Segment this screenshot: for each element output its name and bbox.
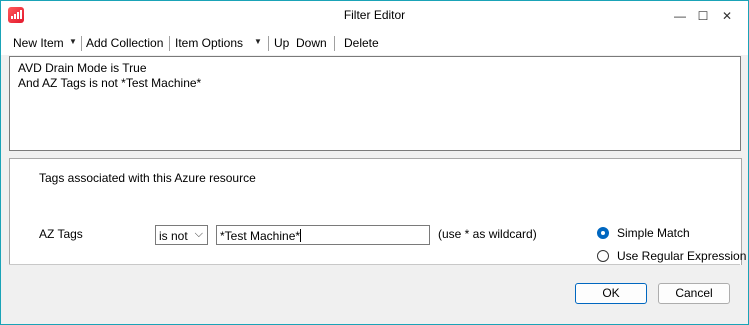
regex-label[interactable]: Use Regular Expression [617,249,746,263]
delete-button[interactable]: Delete [344,36,379,50]
simple-match-label[interactable]: Simple Match [617,226,690,240]
field-label: AZ Tags [39,227,83,241]
value-input[interactable]: *Test Machine* [216,225,430,245]
new-item-menu[interactable]: New Item [13,36,64,50]
field-description: Tags associated with this Azure resource [39,171,256,185]
rule-line[interactable]: And AZ Tags is not *Test Machine* [18,76,201,90]
value-text: *Test Machine* [220,229,301,243]
toolbar: New Item ▼ Add Collection Item Options ▼… [1,31,748,55]
up-button[interactable]: Up [274,36,289,50]
title-bar: Filter Editor — ☐ ✕ [1,1,748,31]
window-title: Filter Editor [343,8,406,22]
simple-match-radio[interactable] [597,227,609,239]
new-item-dropdown-icon[interactable]: ▼ [69,37,77,46]
rule-editor-panel: Tags associated with this Azure resource… [9,158,746,265]
footer-divider [9,264,740,265]
item-options-dropdown-icon[interactable]: ▼ [254,37,262,46]
close-icon[interactable]: ✕ [715,6,739,26]
toolbar-separator [268,36,269,51]
chevron-down-icon[interactable]: ⌵ [195,228,203,241]
filter-rules-list[interactable]: AVD Drain Mode is True And AZ Tags is no… [9,56,741,151]
toolbar-separator [81,36,82,51]
toolbar-separator [334,36,335,51]
operator-value: is not [159,229,188,243]
down-button[interactable]: Down [296,36,327,50]
filter-editor-window: Filter Editor — ☐ ✕ New Item ▼ Add Colle… [0,0,749,325]
regex-radio[interactable] [597,250,609,262]
ok-button[interactable]: OK [575,283,647,304]
toolbar-separator [169,36,170,51]
cancel-button[interactable]: Cancel [658,283,730,304]
wildcard-hint: (use * as wildcard) [438,227,537,241]
operator-select[interactable]: is not ⌵ [155,225,208,245]
item-options-menu[interactable]: Item Options [175,36,243,50]
maximize-icon[interactable]: ☐ [691,6,715,26]
rule-line[interactable]: AVD Drain Mode is True [18,61,147,75]
add-collection-button[interactable]: Add Collection [86,36,163,50]
minimize-icon[interactable]: — [668,6,692,26]
text-cursor [300,229,302,242]
